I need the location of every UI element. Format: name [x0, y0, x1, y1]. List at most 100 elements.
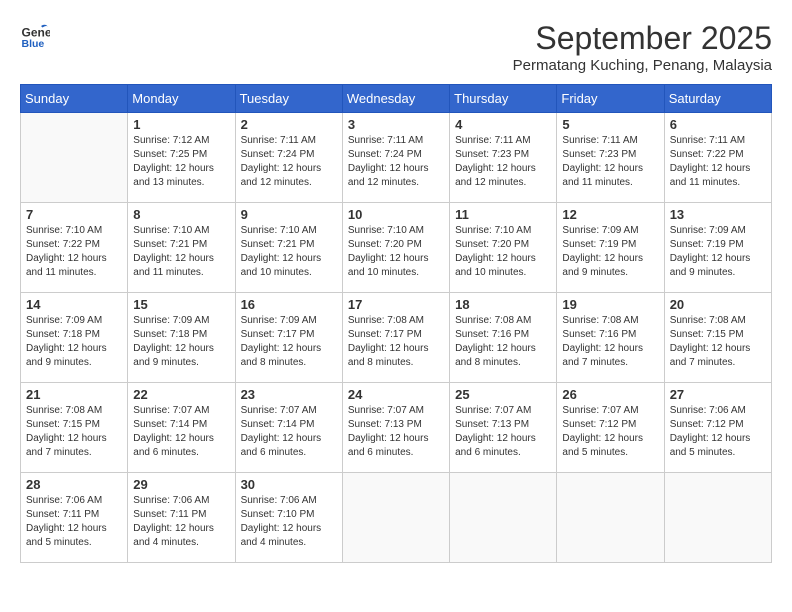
day-cell: 8 Sunrise: 7:10 AMSunset: 7:21 PMDaylight… — [128, 203, 235, 293]
week-row-5: 28Sunrise: 7:06 AMSunset: 7:11 PMDayligh… — [21, 473, 772, 563]
day-cell — [450, 473, 557, 563]
weekday-thursday: Thursday — [450, 85, 557, 113]
day-cell: 30 Sunrise: 7:06 AMSunset: 7:10 PMDayligh… — [235, 473, 342, 563]
day-info: Sunrise: 7:06 AMSunset: 7:12 PMDaylight:… — [670, 404, 766, 460]
day-info: Sunrise: 7:10 AMSunset: 7:20 PMDaylight:… — [348, 224, 444, 280]
day-info: Sunrise: 7:09 AMSunset: 7:19 PMDaylight:… — [670, 224, 766, 280]
day-info: Sunrise: 7:08 AMSunset: 7:16 PMDaylight:… — [455, 314, 551, 370]
day-info: Sunrise: 7:08 AMSunset: 7:15 PMDaylight:… — [26, 404, 122, 460]
day-number: 11 — [455, 207, 551, 222]
day-info: Sunrise: 7:11 AMSunset: 7:23 PMDaylight:… — [455, 134, 551, 190]
day-number: 15 — [133, 297, 229, 312]
day-cell: 11Sunrise: 7:10 AMSunset: 7:20 PMDayligh… — [450, 203, 557, 293]
day-number: 13 — [670, 207, 766, 222]
day-number: 1 — [133, 117, 229, 132]
day-number: 6 — [670, 117, 766, 132]
day-number: 29 — [133, 477, 229, 492]
day-number: 27 — [670, 387, 766, 402]
day-number: 21 — [26, 387, 122, 402]
day-number: 5 — [562, 117, 658, 132]
day-cell: 12 Sunrise: 7:09 AMSunset: 7:19 PMDayligh… — [557, 203, 664, 293]
day-cell — [21, 113, 128, 203]
day-cell: 7 Sunrise: 7:10 AMSunset: 7:22 PMDaylight… — [21, 203, 128, 293]
day-cell: 23Sunrise: 7:07 AMSunset: 7:14 PMDayligh… — [235, 383, 342, 473]
calendar-body: 1 Sunrise: 7:12 AMSunset: 7:25 PMDaylight… — [21, 113, 772, 563]
day-cell — [557, 473, 664, 563]
day-info: Sunrise: 7:08 AMSunset: 7:16 PMDaylight:… — [562, 314, 658, 370]
day-cell: 21 Sunrise: 7:08 AMSunset: 7:15 PMDayligh… — [21, 383, 128, 473]
day-number: 24 — [348, 387, 444, 402]
day-cell: 1 Sunrise: 7:12 AMSunset: 7:25 PMDaylight… — [128, 113, 235, 203]
day-cell: 19Sunrise: 7:08 AMSunset: 7:16 PMDayligh… — [557, 293, 664, 383]
day-info: Sunrise: 7:10 AMSunset: 7:22 PMDaylight:… — [26, 224, 122, 280]
day-number: 2 — [241, 117, 337, 132]
day-cell: 10Sunrise: 7:10 AMSunset: 7:20 PMDayligh… — [342, 203, 449, 293]
day-cell: 16Sunrise: 7:09 AMSunset: 7:17 PMDayligh… — [235, 293, 342, 383]
day-info: Sunrise: 7:07 AMSunset: 7:14 PMDaylight:… — [133, 404, 229, 460]
day-cell: 5 Sunrise: 7:11 AMSunset: 7:23 PMDaylight… — [557, 113, 664, 203]
day-number: 30 — [241, 477, 337, 492]
day-info: Sunrise: 7:07 AMSunset: 7:12 PMDaylight:… — [562, 404, 658, 460]
day-number: 3 — [348, 117, 444, 132]
day-info: Sunrise: 7:11 AMSunset: 7:24 PMDaylight:… — [348, 134, 444, 190]
day-number: 18 — [455, 297, 551, 312]
day-cell: 9Sunrise: 7:10 AMSunset: 7:21 PMDaylight… — [235, 203, 342, 293]
calendar-table: SundayMondayTuesdayWednesdayThursdayFrid… — [20, 84, 772, 563]
day-cell — [664, 473, 771, 563]
month-title: September 2025 — [513, 20, 772, 57]
day-number: 14 — [26, 297, 122, 312]
day-info: Sunrise: 7:10 AMSunset: 7:21 PMDaylight:… — [133, 224, 229, 280]
day-cell: 15 Sunrise: 7:09 AMSunset: 7:18 PMDayligh… — [128, 293, 235, 383]
day-cell: 3 Sunrise: 7:11 AMSunset: 7:24 PMDaylight… — [342, 113, 449, 203]
day-info: Sunrise: 7:09 AMSunset: 7:18 PMDaylight:… — [26, 314, 122, 370]
svg-text:Blue: Blue — [22, 38, 45, 50]
day-number: 12 — [562, 207, 658, 222]
day-cell: 17Sunrise: 7:08 AMSunset: 7:17 PMDayligh… — [342, 293, 449, 383]
day-number: 7 — [26, 207, 122, 222]
day-info: Sunrise: 7:07 AMSunset: 7:14 PMDaylight:… — [241, 404, 337, 460]
day-cell: 4 Sunrise: 7:11 AMSunset: 7:23 PMDaylight… — [450, 113, 557, 203]
weekday-friday: Friday — [557, 85, 664, 113]
day-number: 9 — [241, 207, 337, 222]
day-cell: 18 Sunrise: 7:08 AMSunset: 7:16 PMDayligh… — [450, 293, 557, 383]
weekday-wednesday: Wednesday — [342, 85, 449, 113]
day-info: Sunrise: 7:12 AMSunset: 7:25 PMDaylight:… — [133, 134, 229, 190]
day-cell: 13 Sunrise: 7:09 AMSunset: 7:19 PMDayligh… — [664, 203, 771, 293]
day-cell: 26 Sunrise: 7:07 AMSunset: 7:12 PMDayligh… — [557, 383, 664, 473]
day-cell: 24 Sunrise: 7:07 AMSunset: 7:13 PMDayligh… — [342, 383, 449, 473]
day-info: Sunrise: 7:09 AMSunset: 7:18 PMDaylight:… — [133, 314, 229, 370]
day-cell: 29 Sunrise: 7:06 AMSunset: 7:11 PMDayligh… — [128, 473, 235, 563]
day-info: Sunrise: 7:08 AMSunset: 7:15 PMDaylight:… — [670, 314, 766, 370]
weekday-saturday: Saturday — [664, 85, 771, 113]
day-info: Sunrise: 7:06 AMSunset: 7:11 PMDaylight:… — [26, 494, 122, 550]
day-cell: 22 Sunrise: 7:07 AMSunset: 7:14 PMDayligh… — [128, 383, 235, 473]
day-info: Sunrise: 7:07 AMSunset: 7:13 PMDaylight:… — [348, 404, 444, 460]
week-row-2: 7 Sunrise: 7:10 AMSunset: 7:22 PMDaylight… — [21, 203, 772, 293]
day-info: Sunrise: 7:07 AMSunset: 7:13 PMDaylight:… — [455, 404, 551, 460]
weekday-header: SundayMondayTuesdayWednesdayThursdayFrid… — [21, 85, 772, 113]
day-cell: 27 Sunrise: 7:06 AMSunset: 7:12 PMDayligh… — [664, 383, 771, 473]
day-number: 4 — [455, 117, 551, 132]
day-number: 8 — [133, 207, 229, 222]
day-info: Sunrise: 7:11 AMSunset: 7:23 PMDaylight:… — [562, 134, 658, 190]
day-cell — [342, 473, 449, 563]
page-header: General Blue September 2025 Permatang Ku… — [20, 20, 772, 74]
day-info: Sunrise: 7:11 AMSunset: 7:22 PMDaylight:… — [670, 134, 766, 190]
day-number: 20 — [670, 297, 766, 312]
day-info: Sunrise: 7:06 AMSunset: 7:11 PMDaylight:… — [133, 494, 229, 550]
day-info: Sunrise: 7:11 AMSunset: 7:24 PMDaylight:… — [241, 134, 337, 190]
day-number: 26 — [562, 387, 658, 402]
weekday-tuesday: Tuesday — [235, 85, 342, 113]
logo: General Blue — [20, 20, 50, 50]
week-row-4: 21 Sunrise: 7:08 AMSunset: 7:15 PMDayligh… — [21, 383, 772, 473]
day-number: 22 — [133, 387, 229, 402]
weekday-sunday: Sunday — [21, 85, 128, 113]
title-block: September 2025 Permatang Kuching, Penang… — [513, 20, 772, 74]
day-number: 17 — [348, 297, 444, 312]
logo-icon: General Blue — [20, 20, 50, 50]
day-cell: 14 Sunrise: 7:09 AMSunset: 7:18 PMDayligh… — [21, 293, 128, 383]
week-row-1: 1 Sunrise: 7:12 AMSunset: 7:25 PMDaylight… — [21, 113, 772, 203]
day-info: Sunrise: 7:09 AMSunset: 7:19 PMDaylight:… — [562, 224, 658, 280]
day-info: Sunrise: 7:06 AMSunset: 7:10 PMDaylight:… — [241, 494, 337, 550]
day-info: Sunrise: 7:09 AMSunset: 7:17 PMDaylight:… — [241, 314, 337, 370]
